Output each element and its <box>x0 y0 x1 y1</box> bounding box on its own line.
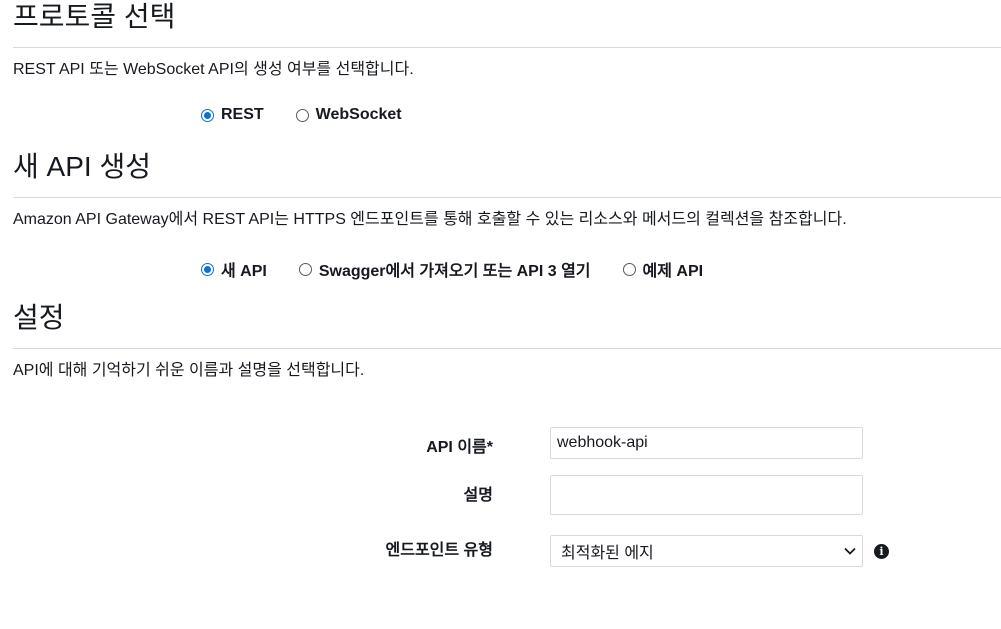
divider <box>13 197 1001 198</box>
api-name-input[interactable] <box>550 427 863 459</box>
protocol-section-title: 프로토콜 선택 <box>13 1 176 32</box>
chevron-down-icon <box>844 547 856 555</box>
create-option-label: 새 API <box>221 263 267 280</box>
create-api-section-title: 새 API 생성 <box>13 151 151 182</box>
protocol-option-websocket[interactable]: WebSocket <box>295 106 402 124</box>
radio-checked-icon[interactable] <box>201 262 214 276</box>
settings-section-title: 설정 <box>13 302 65 333</box>
create-option-label: 예제 API <box>642 263 704 280</box>
radio-unchecked-icon[interactable] <box>295 108 309 122</box>
protocol-radio-group: REST WebSocket <box>201 106 434 124</box>
create-api-radio-group: 새 API Swagger에서 가져오기 또는 API 3 열기 예제 API <box>201 257 735 281</box>
endpoint-type-select[interactable]: 최적화된 에지 <box>550 535 863 567</box>
protocol-option-label: WebSocket <box>315 106 402 123</box>
settings-description: API에 대해 기억하기 쉬운 이름과 설명을 선택합니다. <box>13 362 365 379</box>
protocol-description: REST API 또는 WebSocket API의 생성 여부를 선택합니다. <box>13 61 414 78</box>
radio-unchecked-icon[interactable] <box>622 262 636 276</box>
divider <box>13 47 1001 48</box>
create-api-description: Amazon API Gateway에서 REST API는 HTTPS 엔드포… <box>13 211 847 228</box>
create-option-import[interactable]: Swagger에서 가져오기 또는 API 3 열기 <box>298 257 591 281</box>
divider <box>13 348 1001 349</box>
create-option-label: Swagger에서 가져오기 또는 API 3 열기 <box>318 263 591 280</box>
description-label: 설명 <box>463 487 493 504</box>
radio-checked-icon[interactable] <box>201 108 214 122</box>
endpoint-type-label: 엔드포인트 유형 <box>385 542 494 559</box>
create-option-example[interactable]: 예제 API <box>622 257 704 281</box>
radio-unchecked-icon[interactable] <box>298 262 312 276</box>
create-option-new-api[interactable]: 새 API <box>201 257 267 281</box>
endpoint-type-value: 최적화된 에지 <box>561 545 654 562</box>
description-input[interactable] <box>550 475 863 515</box>
info-icon[interactable]: i <box>874 544 889 559</box>
api-name-label: API 이름* <box>426 439 493 456</box>
protocol-option-rest[interactable]: REST <box>201 106 264 124</box>
protocol-option-label: REST <box>221 106 264 123</box>
